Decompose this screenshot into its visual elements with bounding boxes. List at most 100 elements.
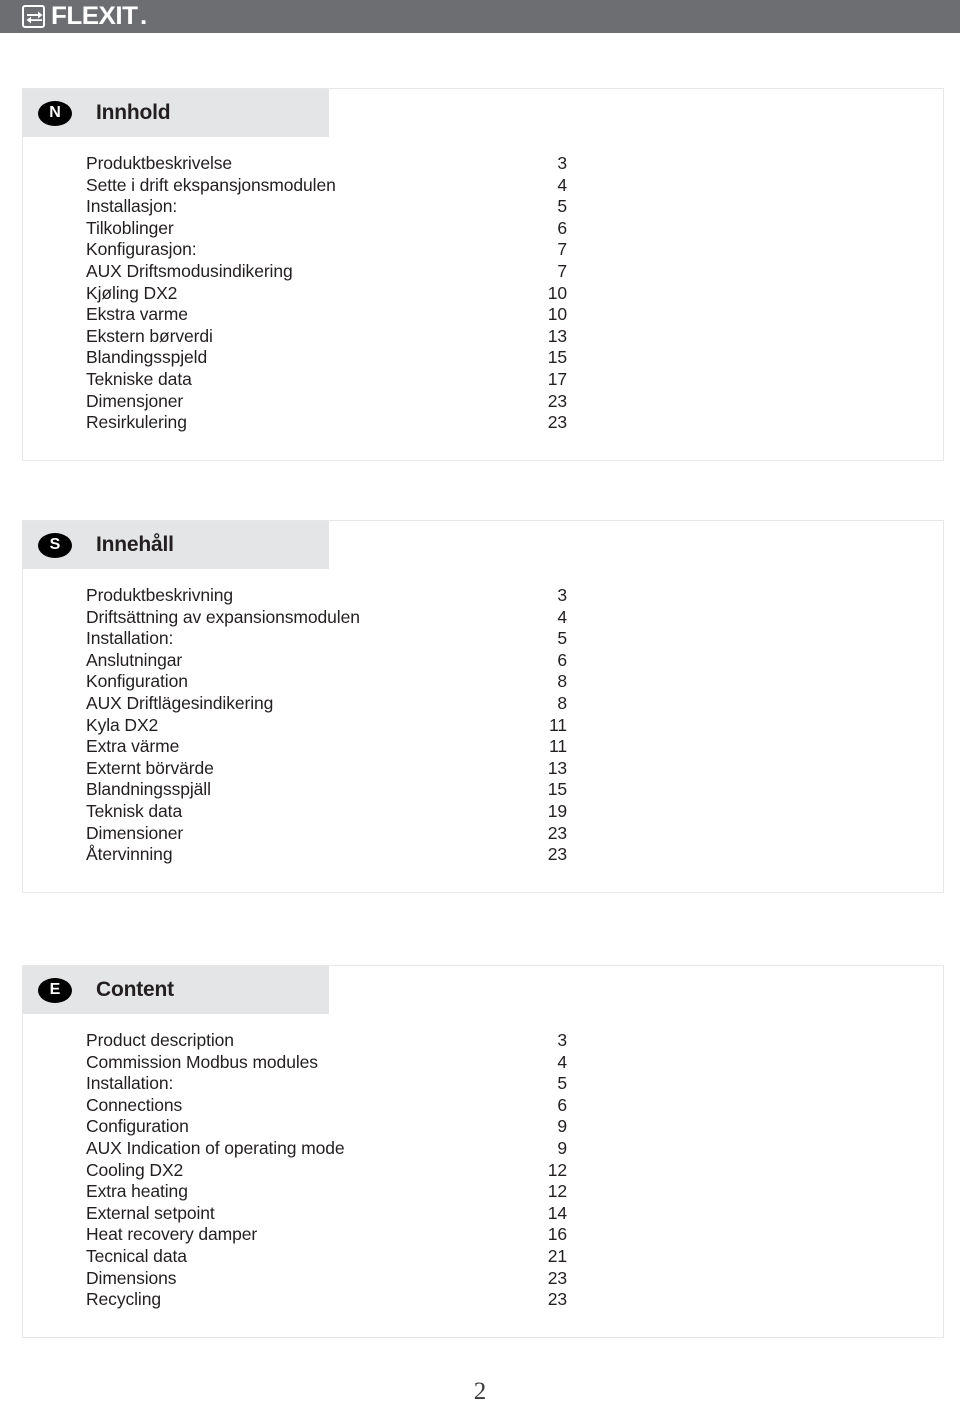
toc-entry[interactable]: Teknisk data 19 [23, 801, 943, 823]
toc-entry[interactable]: Connections 6 [23, 1095, 943, 1117]
toc-entry[interactable]: Extra heating 12 [23, 1181, 943, 1203]
toc-entry-label: External setpoint [86, 1202, 215, 1223]
toc-entry[interactable]: Kjøling DX2 10 [23, 283, 943, 305]
toc-entry-label: Ekstra varme [86, 304, 188, 325]
toc-entry[interactable]: Heat recovery damper 16 [23, 1224, 943, 1246]
toc-entry[interactable]: Resirkulering 23 [23, 412, 943, 434]
toc-entry-label: Dimensioner [86, 822, 184, 843]
toc-entry-label: Konfiguration [86, 671, 188, 692]
toc-entry-page: 23 [547, 390, 567, 411]
toc-entry[interactable]: Blandningsspjäll 15 [23, 779, 943, 801]
toc-list-norwegian: Produktbeskrivelse 3 Sette i drift ekspan… [23, 137, 943, 460]
toc-list-english: Product description 3 Commission Modbus m… [23, 1014, 943, 1337]
toc-entry-page: 23 [547, 1289, 567, 1310]
toc-entry-page: 5 [557, 628, 567, 649]
toc-entry[interactable]: Produktbeskrivning 3 [23, 585, 943, 607]
language-badge-s: S [38, 532, 72, 558]
toc-entry-label: Commission Modbus modules [86, 1051, 318, 1072]
toc-entry-page: 14 [547, 1202, 567, 1223]
toc-entry[interactable]: AUX Driftsmodusindikering 7 [23, 261, 943, 283]
toc-entry-label: AUX Driftlägesindikering [86, 692, 274, 713]
toc-entry[interactable]: Tecnical data 21 [23, 1246, 943, 1268]
toc-entry[interactable]: Anslutningar 6 [23, 650, 943, 672]
toc-entry-label: Recycling [86, 1289, 161, 1310]
toc-entry-page: 9 [557, 1116, 567, 1137]
toc-title-swedish: Innehåll [96, 533, 174, 556]
footer-page-number: 2 [473, 1378, 487, 1405]
toc-entry-page: 13 [547, 325, 567, 346]
toc-entry[interactable]: Externt börvärde 13 [23, 758, 943, 780]
toc-entry-page: 8 [557, 671, 567, 692]
toc-entry-page: 11 [549, 736, 567, 757]
toc-entry-page: 12 [547, 1181, 567, 1202]
toc-entry-label: Anslutningar [86, 649, 183, 670]
toc-entry[interactable]: Ekstra varme 10 [23, 304, 943, 326]
toc-entry-page: 10 [547, 282, 567, 303]
language-badge-e: E [38, 977, 72, 1003]
toc-entry-label: Tecnical data [86, 1245, 187, 1266]
toc-entry-page: 19 [547, 800, 567, 821]
toc-entry[interactable]: Dimensions 23 [23, 1268, 943, 1290]
toc-header-norwegian: N Innhold [23, 89, 329, 137]
toc-entry-page: 5 [557, 196, 567, 217]
toc-entry-label: Sette i drift ekspansjonsmodulen [86, 174, 336, 195]
toc-entry-label: Externt börvärde [86, 757, 214, 778]
toc-entry[interactable]: Installasjon: 5 [23, 196, 943, 218]
toc-title-norwegian: Innhold [96, 101, 171, 124]
flexit-arrows-icon [22, 5, 45, 28]
toc-entry-label: Extra heating [86, 1181, 188, 1202]
toc-entry[interactable]: Driftsättning av expansionsmodulen 4 [23, 607, 943, 629]
toc-entry-page: 3 [557, 153, 567, 173]
toc-entry[interactable]: Produktbeskrivelse 3 [23, 153, 943, 175]
toc-entry-page: 4 [557, 606, 567, 627]
toc-entry-page: 9 [557, 1137, 567, 1158]
toc-entry-page: 8 [557, 692, 567, 713]
toc-entry[interactable]: Blandingsspjeld 15 [23, 347, 943, 369]
toc-entry[interactable]: AUX Indication of operating mode 9 [23, 1138, 943, 1160]
language-badge-n: N [38, 100, 72, 126]
toc-entry[interactable]: Konfigurasjon: 7 [23, 239, 943, 261]
toc-entry-label: Kjøling DX2 [86, 282, 178, 303]
toc-entry[interactable]: Sette i drift ekspansjonsmodulen 4 [23, 175, 943, 197]
toc-entry[interactable]: Ekstern børverdi 13 [23, 326, 943, 348]
toc-entry-label: Heat recovery damper [86, 1224, 258, 1245]
toc-entry-label: Tekniske data [86, 368, 192, 389]
toc-entry[interactable]: Dimensjoner 23 [23, 391, 943, 413]
toc-entry-page: 3 [557, 1030, 567, 1050]
toc-entry[interactable]: Kyla DX2 11 [23, 715, 943, 737]
toc-entry[interactable]: External setpoint 14 [23, 1203, 943, 1225]
toc-entry-label: Driftsättning av expansionsmodulen [86, 606, 360, 627]
toc-entry[interactable]: Cooling DX2 12 [23, 1160, 943, 1182]
toc-entry-label: Konfigurasjon: [86, 239, 197, 260]
toc-entry-page: 11 [549, 714, 567, 735]
toc-entry[interactable]: Extra värme 11 [23, 736, 943, 758]
toc-entry-page: 7 [557, 260, 567, 281]
toc-entry[interactable]: Configuration 9 [23, 1116, 943, 1138]
toc-entry[interactable]: Tekniske data 17 [23, 369, 943, 391]
toc-entry-page: 15 [547, 779, 567, 800]
toc-list-swedish: Produktbeskrivning 3 Driftsättning av exp… [23, 569, 943, 892]
toc-entry[interactable]: Product description 3 [23, 1030, 943, 1052]
brand-logo: FLEXIT . [22, 4, 147, 29]
toc-entry[interactable]: Installation: 5 [23, 1073, 943, 1095]
toc-entry[interactable]: Dimensioner 23 [23, 823, 943, 845]
toc-entry[interactable]: Tilkoblinger 6 [23, 218, 943, 240]
toc-entry-label: Dimensions [86, 1267, 177, 1288]
toc-entry[interactable]: Återvinning 23 [23, 844, 943, 866]
toc-entry[interactable]: Konfiguration 8 [23, 671, 943, 693]
toc-entry-page: 6 [557, 649, 567, 670]
toc-entry[interactable]: AUX Driftlägesindikering 8 [23, 693, 943, 715]
toc-entry-label: Återvinning [86, 844, 173, 865]
brand-name-period: . [140, 2, 147, 30]
toc-header-swedish: S Innehåll [23, 521, 329, 569]
toc-entry[interactable]: Commission Modbus modules 4 [23, 1052, 943, 1074]
toc-entry[interactable]: Installation: 5 [23, 628, 943, 650]
toc-entry-label: Resirkulering [86, 412, 187, 433]
toc-entry[interactable]: Recycling 23 [23, 1289, 943, 1311]
toc-header-english: E Content [23, 966, 329, 1014]
toc-entry-page: 6 [557, 217, 567, 238]
toc-entry-label: Extra värme [86, 736, 180, 757]
toc-title-english: Content [96, 978, 174, 1001]
toc-entry-page: 4 [557, 174, 567, 195]
toc-entry-page: 7 [557, 239, 567, 260]
